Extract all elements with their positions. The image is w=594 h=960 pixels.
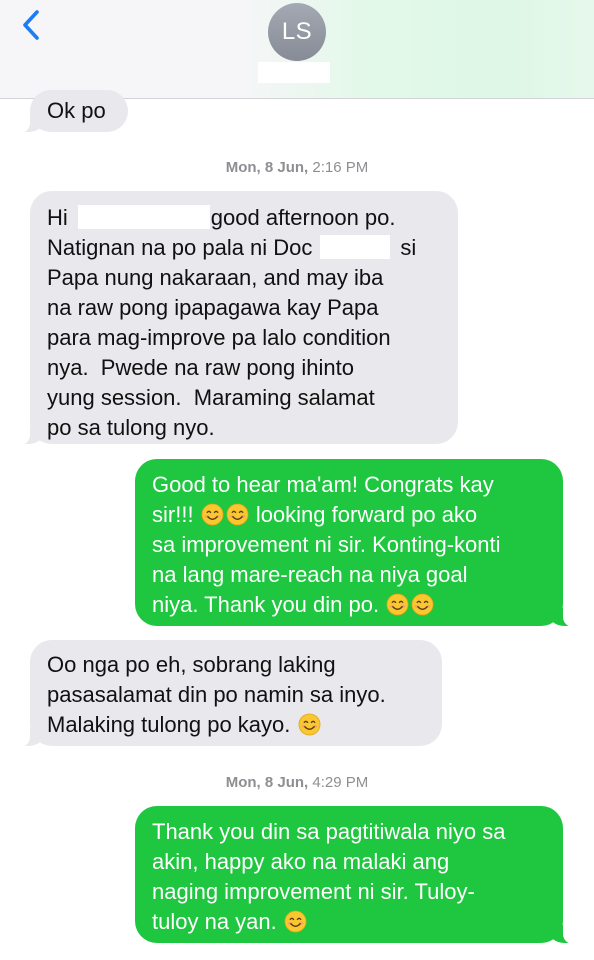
timestamp-time: 2:16 PM: [312, 159, 369, 176]
smiling-face-icon: [411, 593, 434, 616]
chevron-left-icon: [23, 10, 39, 40]
message-text: sir!!!: [152, 502, 194, 527]
smiling-face-icon: [386, 593, 409, 616]
conversation-header: LS: [0, 0, 594, 99]
message-text-line: niya. Thank you din po.: [152, 590, 563, 620]
redacted-name: [320, 235, 391, 259]
message-text: naging improvement ni sir. Tuloy-: [152, 879, 475, 904]
message-text: nya. Pwede na raw pong ihinto: [47, 355, 354, 380]
message-text: yung session. Maraming salamat: [47, 385, 375, 410]
message-text: Thank you din sa pagtitiwala niyo sa: [152, 819, 506, 844]
message-text: Malaking tulong po kayo.: [47, 712, 291, 737]
contact-avatar[interactable]: LS: [268, 3, 326, 61]
message-text: akin, happy ako na malaki ang: [152, 849, 450, 874]
message-text-line: Hi good afternoon po.: [47, 203, 458, 233]
message-bubble-incoming[interactable]: Oo nga po eh, sobrang laking pasasalamat…: [20, 640, 442, 747]
message-text: niya. Thank you din po.: [152, 592, 380, 617]
message-text: tuloy na yan.: [152, 909, 277, 934]
smiling-face-icon: [201, 503, 224, 526]
message-text: na lang mare-reach na niya goal: [152, 562, 468, 587]
message-text: Hi: [47, 205, 68, 230]
message-text: Natignan na po pala ni Doc: [47, 235, 313, 260]
message-text-line: Natignan na po pala ni Doc si: [47, 233, 458, 263]
message-text: Papa nung nakaraan, and may iba: [47, 265, 384, 290]
contact-name-redacted[interactable]: [258, 62, 330, 83]
message-text-line: sir!!! looking forward po ako: [152, 500, 563, 530]
message-text: para mag-improve pa lalo condition: [47, 325, 391, 350]
smiling-face-icon: [298, 713, 320, 736]
message-text: na raw pong ipapagawa kay Papa: [47, 295, 379, 320]
message-text: looking forward po ako: [255, 502, 478, 527]
message-text: Good to hear ma'am! Congrats kay: [152, 472, 494, 497]
avatar-initials: LS: [281, 18, 313, 45]
timestamp: Mon, 8 Jun, 2:16 PM: [0, 159, 594, 176]
timestamp: Mon, 8 Jun, 4:29 PM: [0, 774, 594, 791]
message-bubble-incoming[interactable]: Hi good afternoon po. Natignan na po pala…: [20, 191, 458, 445]
message-text-line: tuloy na yan.: [152, 907, 563, 937]
message-text: good afternoon po.: [210, 205, 396, 230]
message-bubble-incoming[interactable]: Ok po: [20, 90, 128, 133]
message-text-line: Malaking tulong po kayo.: [47, 710, 442, 740]
smiling-face-icon: [284, 910, 307, 933]
smiling-face-icon: [226, 503, 249, 526]
message-text: po sa tulong nyo.: [47, 415, 215, 440]
message-bubble-outgoing[interactable]: Good to hear ma'am! Congrats kay sir!!! …: [135, 459, 573, 627]
timestamp-day: Mon, 8 Jun,: [225, 774, 309, 791]
message-text: si: [400, 235, 417, 260]
redacted-name: [77, 205, 210, 229]
message-text: pasasalamat din po namin sa inyo.: [47, 682, 386, 707]
message-text: sa improvement ni sir. Konting-konti: [152, 532, 501, 557]
timestamp-time: 4:29 PM: [312, 774, 369, 791]
back-button[interactable]: [16, 8, 46, 42]
message-text: Ok po: [47, 98, 106, 123]
message-text: Oo nga po eh, sobrang laking: [47, 652, 336, 677]
message-bubble-outgoing[interactable]: Thank you din sa pagtitiwala niyo sa aki…: [135, 806, 573, 944]
timestamp-day: Mon, 8 Jun,: [225, 159, 309, 176]
